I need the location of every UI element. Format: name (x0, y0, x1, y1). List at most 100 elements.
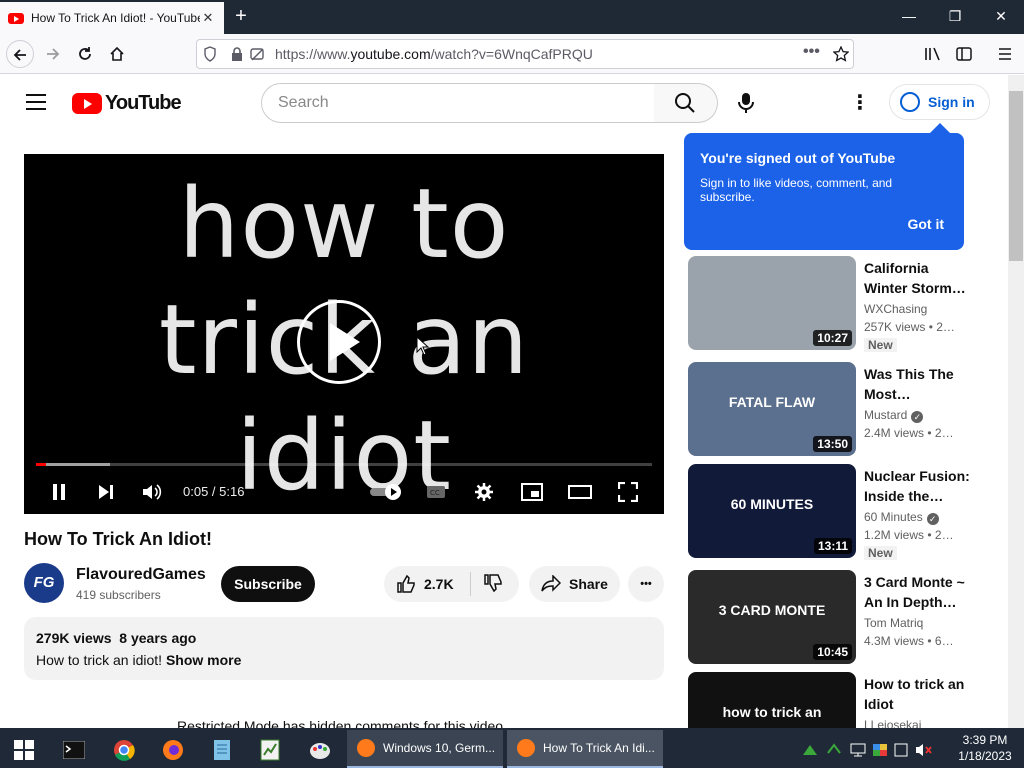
reload-button[interactable] (71, 40, 99, 68)
browser-tab-active[interactable]: How To Trick An Idiot! - YouTube ✕ (0, 2, 224, 34)
recommendation-channel[interactable]: Mustard ✓ (864, 408, 924, 423)
settings-button[interactable] (470, 478, 498, 506)
windows-taskbar: Windows 10, Germ... How To Trick An Idi.… (0, 728, 1024, 768)
recommendation-thumbnail[interactable]: 10:27 (688, 256, 856, 350)
new-tab-button[interactable]: + (230, 6, 252, 28)
share-button[interactable]: Share (529, 566, 620, 602)
tab-close-icon[interactable]: ✕ (200, 10, 216, 26)
tray-network-icon[interactable] (848, 732, 868, 768)
taskbar-app-youtube[interactable]: How To Trick An Idi... (507, 730, 663, 768)
thumbnail-overlay-text: FATAL FLAW (728, 394, 816, 410)
back-button[interactable] (6, 40, 34, 68)
bookmark-star-icon[interactable] (833, 46, 849, 62)
channel-avatar[interactable]: FG (24, 563, 64, 603)
next-button[interactable] (92, 478, 120, 506)
recommendation-views: 1.2M views (864, 528, 925, 542)
recommendation-age: • 2… (927, 426, 954, 440)
system-clock[interactable]: 3:39 PM 1/18/2023 (950, 732, 1020, 764)
miniplayer-icon (521, 483, 543, 501)
channel-name[interactable]: FlavouredGames (76, 566, 206, 584)
more-actions-button[interactable]: ••• (628, 566, 664, 602)
fullscreen-icon (617, 481, 639, 503)
progress-bar[interactable] (36, 463, 652, 466)
restore-button[interactable]: ❐ (932, 6, 978, 28)
tray-display-icon[interactable] (870, 732, 890, 768)
recommendation-title[interactable]: Nuclear Fusion: Inside the… (864, 466, 974, 506)
tray-app-icon (803, 745, 817, 755)
network-icon (850, 743, 866, 757)
tray-window-icon[interactable] (891, 732, 911, 768)
paint-taskbar-icon[interactable] (300, 732, 340, 768)
clock-date: 1/18/2023 (958, 749, 1012, 763)
theater-mode-button[interactable] (566, 478, 594, 506)
terminal-taskbar-icon[interactable] (54, 732, 94, 768)
recommendation-thumbnail[interactable]: 60 MINUTES 13:11 (688, 464, 856, 558)
recommendation-channel[interactable]: 60 Minutes ✓ (864, 510, 939, 525)
tray-volume-muted-icon[interactable] (912, 732, 936, 768)
recommendation-title[interactable]: 3 Card Monte ~ An In Depth… (864, 572, 974, 612)
video-duration: 10:27 (813, 330, 852, 346)
got-it-button[interactable]: Got it (907, 216, 944, 232)
minimize-button[interactable]: — (886, 6, 932, 28)
tray-network-vm-icon[interactable] (800, 732, 820, 768)
notepad-taskbar-icon[interactable] (202, 732, 242, 768)
sign-in-button[interactable]: Sign in (889, 84, 990, 120)
fullscreen-button[interactable] (614, 478, 642, 506)
like-button[interactable]: 2.7K (384, 574, 470, 594)
spreadsheet-taskbar-icon[interactable] (250, 732, 290, 768)
youtube-logo-text: YouTube (105, 92, 182, 114)
theater-mode-icon (568, 485, 592, 499)
window-close-button[interactable]: ✕ (978, 6, 1024, 28)
description-box[interactable]: 279K views 8 years ago How to trick an i… (24, 617, 664, 680)
taskbar-app-vm[interactable]: Windows 10, Germ... (347, 730, 503, 768)
tray-sync-icon[interactable] (824, 732, 844, 768)
permissions-icon (250, 48, 264, 61)
volume-button[interactable] (138, 478, 166, 506)
subscribe-button[interactable]: Subscribe (221, 566, 315, 602)
browser-tabstrip: How To Trick An Idiot! - YouTube ✕ + — ❐… (0, 0, 1024, 34)
library-icon[interactable] (924, 46, 942, 62)
search-input[interactable]: Search (261, 83, 655, 123)
autoplay-toggle[interactable] (370, 478, 404, 506)
recommendation-title[interactable]: How to trick an Idiot (864, 674, 974, 714)
recommendation-card[interactable]: FATAL FLAW 13:50 Was This The Most… Mustard… (688, 362, 998, 456)
url-bar[interactable]: https://www.youtube.com/watch?v=6WnqCafP… (196, 39, 854, 69)
captions-button[interactable]: CC (422, 478, 450, 506)
recommendation-card[interactable]: 10:27 California Winter Storm… WXChasing 25… (688, 256, 998, 352)
chrome-taskbar-icon[interactable] (104, 732, 144, 768)
notepad-icon (214, 740, 230, 760)
recommendation-thumbnail[interactable]: 3 CARD MONTE 10:45 (688, 570, 856, 664)
new-badge: New (864, 338, 897, 352)
dislike-button[interactable] (471, 573, 503, 596)
sidebar-icon[interactable] (956, 46, 972, 62)
recommendation-title[interactable]: California Winter Storm… (864, 258, 974, 298)
voice-search-button[interactable] (728, 85, 764, 121)
home-button[interactable] (103, 40, 131, 68)
volume-muted-icon (916, 744, 932, 756)
tooltip-title: You're signed out of YouTube (700, 150, 896, 166)
recommendation-title[interactable]: Was This The Most… (864, 364, 974, 404)
recommendation-channel[interactable]: WXChasing (864, 302, 927, 316)
recommendation-channel[interactable]: Tom Matriq (864, 616, 923, 630)
recommendation-thumbnail[interactable]: FATAL FLAW 13:50 (688, 362, 856, 456)
play-overlay-icon[interactable] (297, 300, 381, 384)
page-actions-icon[interactable]: ••• (803, 43, 820, 61)
start-button[interactable] (4, 732, 44, 768)
video-player[interactable]: how to trick an idiot 0:05 / 5:16 CC (24, 154, 664, 514)
recommendation-card[interactable]: 60 MINUTES 13:11 Nuclear Fusion: Inside th… (688, 464, 998, 560)
youtube-logo[interactable]: YouTube (72, 92, 182, 115)
guide-menu-icon[interactable] (26, 94, 46, 110)
pause-button[interactable] (45, 478, 73, 506)
forward-button[interactable] (39, 40, 67, 68)
recommendation-card[interactable]: 3 CARD MONTE 10:45 3 Card Monte ~ An In De… (688, 570, 998, 664)
settings-more-icon[interactable]: ⋮ (848, 93, 872, 113)
app-menu-icon[interactable] (997, 46, 1013, 62)
thumbnail-overlay-text: 60 MINUTES (730, 496, 814, 512)
scrollbar-thumb[interactable] (1009, 91, 1023, 261)
firefox-taskbar-icon[interactable] (153, 732, 193, 768)
show-more-link[interactable]: Show more (166, 652, 241, 668)
search-button[interactable] (654, 83, 718, 123)
thumbs-down-icon (484, 573, 502, 592)
miniplayer-button[interactable] (518, 478, 546, 506)
page-scrollbar[interactable] (1008, 75, 1024, 729)
